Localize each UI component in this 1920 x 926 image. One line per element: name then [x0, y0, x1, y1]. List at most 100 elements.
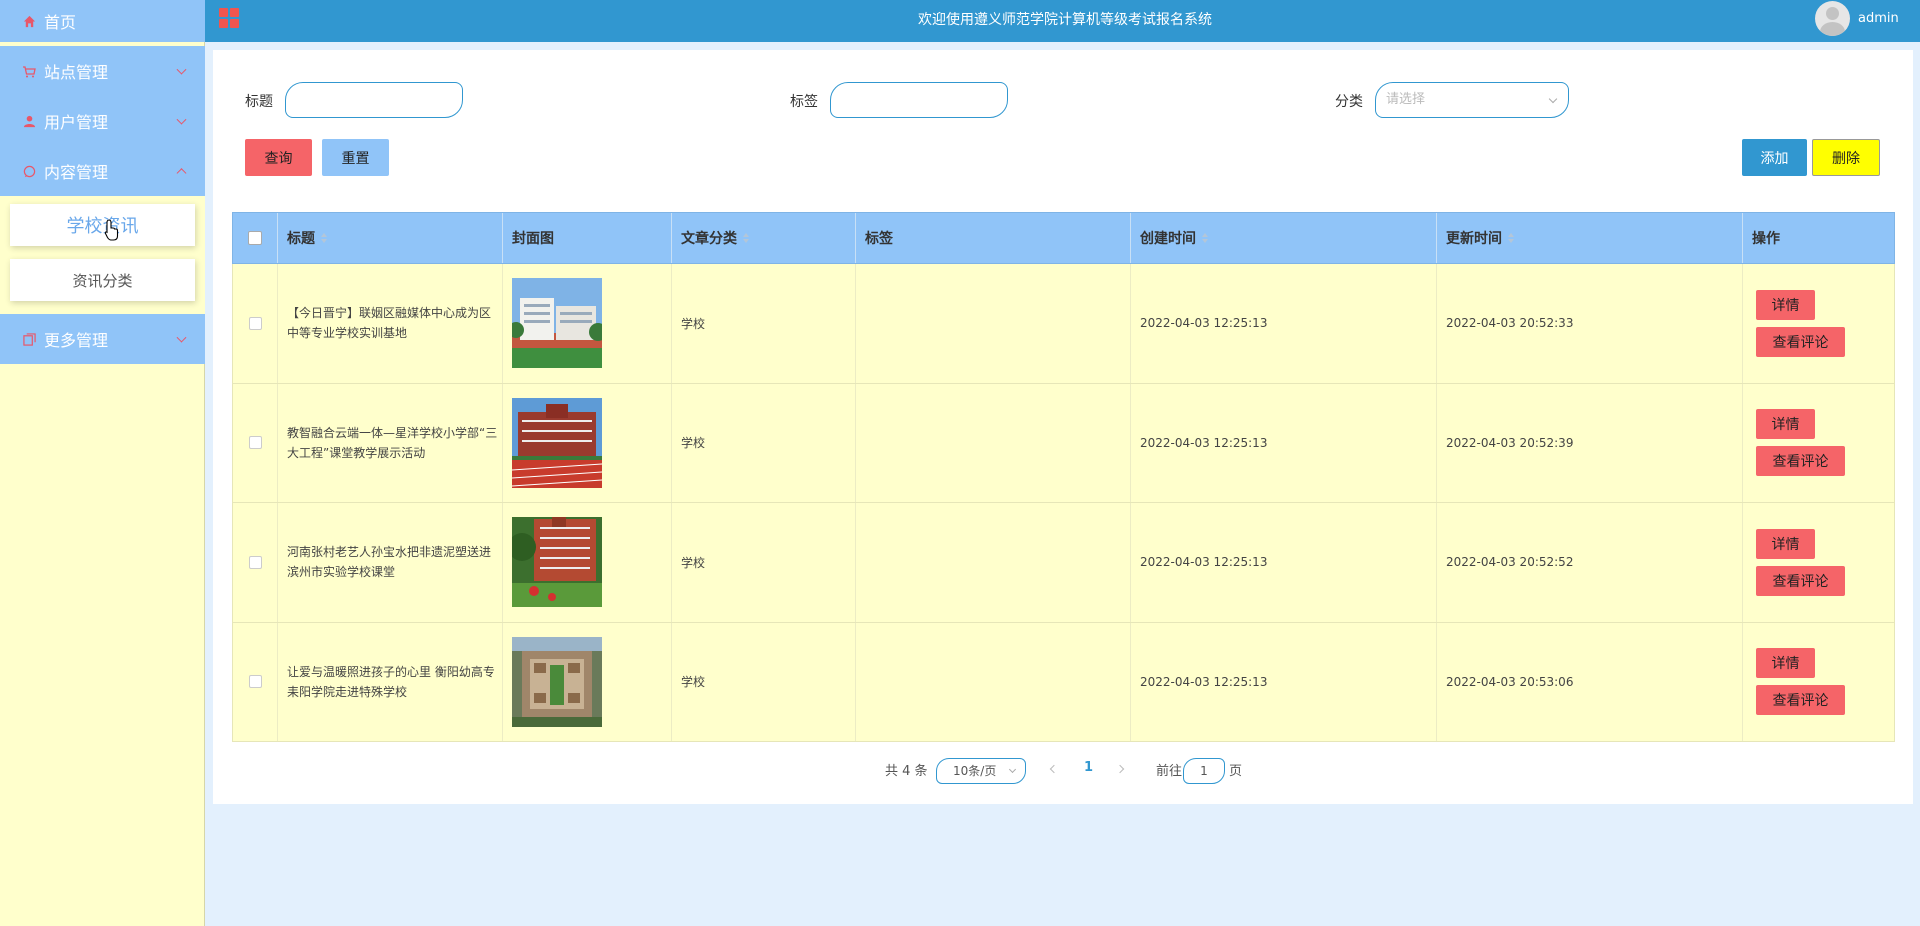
cover-image[interactable] — [512, 636, 602, 727]
sidebar-item-label: 用户管理 — [44, 113, 109, 132]
query-button[interactable]: 查询 — [245, 139, 312, 176]
pagination-total: 共 4 条 — [885, 764, 928, 779]
header-label: 更新时间 — [1446, 231, 1502, 247]
view-comments-button[interactable]: 查看评论 — [1756, 565, 1845, 596]
tag-cell — [856, 383, 1131, 502]
delete-button[interactable]: 删除 — [1812, 139, 1880, 176]
sidebar: 首页 站点管理 用户管理 内容管理 学校资讯 资讯分类 更多管理 — [0, 0, 205, 926]
category-cell: 学校 — [672, 622, 856, 741]
sort-icon[interactable] — [743, 233, 749, 243]
table-header: 标题 封面图 文章分类 标签 创建时间 更新时间 操作 — [232, 212, 1895, 264]
row-checkbox[interactable] — [248, 555, 262, 569]
avatar[interactable] — [1815, 1, 1850, 36]
sidebar-item-site[interactable]: 站点管理 — [0, 46, 205, 96]
row-title: 【今日晋宁】联姻区融媒体中心成为区中等专业学校实训基地 — [287, 306, 492, 341]
header-label: 创建时间 — [1140, 231, 1196, 247]
chevron-down-icon — [176, 332, 187, 343]
header-created[interactable]: 创建时间 — [1131, 213, 1437, 263]
category-cell: 学校 — [672, 383, 856, 502]
sidebar-item-label: 站点管理 — [44, 63, 109, 82]
tag-filter-label: 标签 — [790, 94, 818, 110]
tag-filter-input[interactable] — [830, 82, 1008, 118]
detail-button[interactable]: 详情 — [1756, 289, 1815, 320]
submenu-item-school-news[interactable]: 学校资讯 — [10, 204, 195, 246]
tag-cell — [856, 622, 1131, 741]
row-category: 学校 — [681, 555, 706, 570]
view-comments-button[interactable]: 查看评论 — [1756, 446, 1845, 477]
sidebar-item-home[interactable]: 首页 — [0, 0, 205, 42]
row-checkbox-cell — [233, 503, 278, 622]
table-row: 【今日晋宁】联姻区融媒体中心成为区中等专业学校实训基地 学校 2022-04-0… — [232, 264, 1895, 384]
row-checkbox-cell — [233, 622, 278, 741]
cover-image[interactable] — [512, 278, 602, 369]
category-select[interactable]: 请选择 — [1375, 82, 1569, 118]
row-checkbox[interactable] — [248, 316, 262, 330]
title-filter-label: 标题 — [245, 94, 273, 110]
cover-image[interactable] — [512, 517, 602, 608]
row-checkbox[interactable] — [248, 436, 262, 450]
detail-button[interactable]: 详情 — [1756, 409, 1815, 440]
sidebar-item-content[interactable]: 内容管理 — [0, 146, 205, 196]
row-created: 2022-04-03 12:25:13 — [1140, 316, 1268, 331]
created-cell: 2022-04-03 12:25:13 — [1131, 622, 1437, 741]
updated-cell: 2022-04-03 20:52:52 — [1437, 503, 1743, 622]
username[interactable]: admin — [1858, 11, 1899, 26]
header-category[interactable]: 文章分类 — [672, 213, 856, 263]
top-bar: 欢迎使用遵义师范学院计算机等级考试报名系统 admin — [205, 0, 1920, 42]
chevron-down-icon — [1008, 765, 1017, 774]
created-cell: 2022-04-03 12:25:13 — [1131, 503, 1437, 622]
sidebar-item-label: 首页 — [44, 13, 77, 32]
view-comments-button[interactable]: 查看评论 — [1756, 685, 1845, 716]
category-filter-label: 分类 — [1335, 94, 1363, 110]
goto-page-input[interactable]: 1 — [1183, 758, 1225, 784]
user-icon — [22, 114, 36, 128]
add-button[interactable]: 添加 — [1742, 139, 1807, 176]
cover-cell — [503, 503, 672, 622]
sort-icon[interactable] — [1202, 233, 1208, 243]
row-updated: 2022-04-03 20:53:06 — [1446, 674, 1574, 689]
row-checkbox-cell — [233, 264, 278, 383]
detail-button[interactable]: 详情 — [1756, 528, 1815, 559]
updated-cell: 2022-04-03 20:52:33 — [1437, 264, 1743, 383]
select-all-checkbox[interactable] — [248, 231, 262, 245]
select-all-cell — [233, 213, 278, 263]
cover-cell — [503, 622, 672, 741]
row-checkbox[interactable] — [248, 675, 262, 689]
row-updated: 2022-04-03 20:52:52 — [1446, 555, 1574, 570]
header-tag: 标签 — [856, 213, 1131, 263]
detail-button[interactable]: 详情 — [1756, 648, 1815, 679]
reset-button[interactable]: 重置 — [322, 139, 389, 176]
header-cover: 封面图 — [503, 213, 672, 263]
row-title: 让爱与温暖照进孩子的心里 衡阳幼高专耒阳学院走进特殊学校 — [287, 664, 495, 699]
actions-cell: 详情 查看评论 — [1743, 384, 1894, 503]
row-checkbox-cell — [233, 383, 278, 502]
sidebar-item-more[interactable]: 更多管理 — [0, 314, 205, 364]
category-select-placeholder: 请选择 — [1386, 92, 1426, 107]
header-title[interactable]: 标题 — [278, 213, 503, 263]
header-label: 封面图 — [512, 231, 554, 247]
sort-icon[interactable] — [321, 233, 327, 243]
header-label: 操作 — [1752, 231, 1780, 247]
view-comments-button[interactable]: 查看评论 — [1756, 326, 1845, 357]
table-row: 教智融合云端一体—星洋学校小学部“三大工程”课堂教学展示活动 学校 2022-0… — [232, 383, 1895, 503]
table-row: 河南张村老艺人孙宝水把非遗泥塑送进滨州市实验学校课堂 学校 2022-04-03… — [232, 503, 1895, 623]
chevron-down-icon — [176, 64, 187, 75]
cover-cell — [503, 264, 672, 383]
created-cell: 2022-04-03 12:25:13 — [1131, 383, 1437, 502]
chevron-down-icon — [176, 114, 187, 125]
header-actions: 操作 — [1743, 213, 1894, 263]
sort-icon[interactable] — [1508, 233, 1514, 243]
cover-image[interactable] — [512, 397, 602, 488]
row-created: 2022-04-03 12:25:13 — [1140, 435, 1268, 450]
chevron-down-icon — [1548, 94, 1558, 104]
row-category: 学校 — [681, 316, 706, 331]
header-updated[interactable]: 更新时间 — [1437, 213, 1743, 263]
title-filter-input[interactable] — [285, 82, 463, 118]
page-size-value: 10条/页 — [953, 764, 997, 778]
actions-cell: 详情 查看评论 — [1743, 623, 1894, 742]
page-size-select[interactable]: 10条/页 — [936, 758, 1026, 784]
sidebar-item-users[interactable]: 用户管理 — [0, 96, 205, 146]
submenu-item-news-category[interactable]: 资讯分类 — [10, 259, 195, 301]
actions-cell: 详情 查看评论 — [1743, 264, 1894, 383]
page-number-current[interactable]: 1 — [1084, 760, 1093, 775]
